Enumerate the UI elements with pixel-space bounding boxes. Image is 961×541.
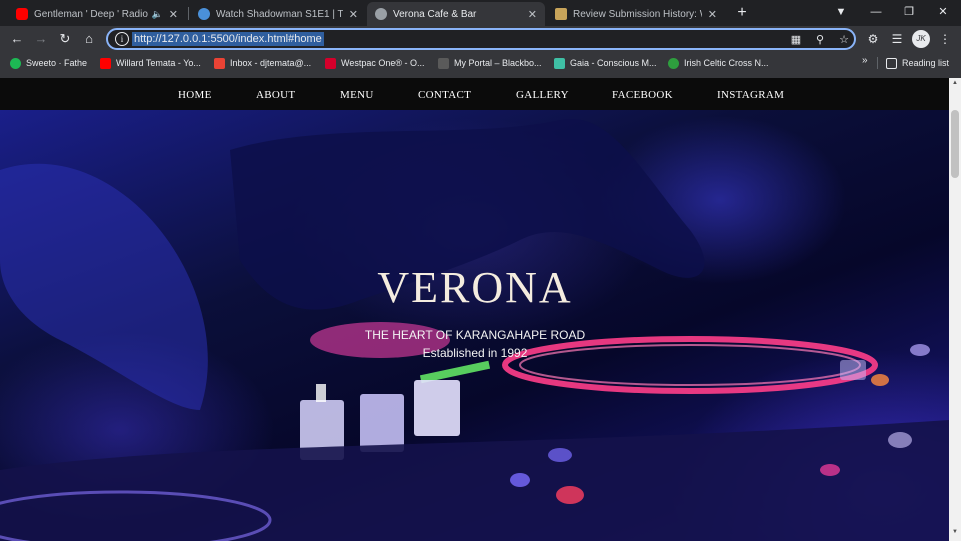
url-text[interactable]: http://127.0.0.1:5500/index.html#home xyxy=(132,32,324,46)
scrollbar-thumb[interactable] xyxy=(951,110,959,178)
reading-list-button[interactable]: Reading list xyxy=(886,55,949,71)
qr-code-icon[interactable]: ▦ xyxy=(788,32,804,48)
blackboard-icon xyxy=(438,57,449,69)
page-viewport: VERONA THE HEART OF KARANGAHAPE ROAD Est… xyxy=(0,78,961,541)
youtube-icon xyxy=(16,8,28,20)
bookmark-label: Sweeto · Fathe xyxy=(26,58,88,68)
bookmarks-overflow-button[interactable]: » xyxy=(862,55,868,66)
bookmark-irish-celtic[interactable]: Irish Celtic Cross N... xyxy=(668,55,769,71)
tab-separator xyxy=(188,7,189,20)
browser-chrome: Gentleman ' Deep ' Radio - D 🔈 ✕ Watch S… xyxy=(0,0,961,78)
minimize-icon[interactable]: — xyxy=(861,2,891,22)
reading-list-icon xyxy=(886,57,897,69)
close-tab-icon[interactable]: ✕ xyxy=(528,8,537,21)
close-tab-icon[interactable]: ✕ xyxy=(169,8,178,21)
tab-review-submission[interactable]: Review Submission History: Web ✕ xyxy=(547,2,725,26)
bookmark-label: Irish Celtic Cross N... xyxy=(684,58,769,68)
tab-shadowman[interactable]: Watch Shadowman S1E1 | TVNZ ✕ xyxy=(190,2,366,26)
hero-subtitle: THE HEART OF KARANGAHAPE ROAD xyxy=(364,328,586,342)
tvnz-icon xyxy=(198,8,210,20)
site-info-icon[interactable]: i xyxy=(115,32,129,46)
site-navigation: HOME ABOUT MENU CONTACT GALLERY FACEBOOK… xyxy=(0,78,949,110)
reload-icon[interactable]: ↻ xyxy=(56,30,74,48)
nav-facebook[interactable]: FACEBOOK xyxy=(612,89,673,101)
media-control-icon[interactable]: ☰ xyxy=(888,30,906,48)
hero-title: VERONA xyxy=(377,263,573,312)
nav-about[interactable]: ABOUT xyxy=(256,89,295,101)
bookmark-label: Inbox - djtemata@... xyxy=(230,58,312,68)
tab-strip: Gentleman ' Deep ' Radio - D 🔈 ✕ Watch S… xyxy=(0,0,961,26)
bookmark-westpac[interactable]: Westpac One® - O... xyxy=(325,55,425,71)
menu-kebab-icon[interactable]: ⋮ xyxy=(936,30,954,48)
bookmark-label: Willard Temata - Yo... xyxy=(116,58,201,68)
bookmark-willard[interactable]: Willard Temata - Yo... xyxy=(100,55,201,71)
tab-title: Review Submission History: Web xyxy=(573,8,702,20)
westpac-icon xyxy=(325,57,336,69)
bookmark-myportal[interactable]: My Portal – Blackbo... xyxy=(438,55,542,71)
globe-icon xyxy=(375,8,387,20)
hero-background: VERONA THE HEART OF KARANGAHAPE ROAD Est… xyxy=(0,110,949,541)
home-icon[interactable]: ⌂ xyxy=(80,30,98,48)
close-tab-icon[interactable]: ✕ xyxy=(708,8,717,21)
bookmarks-bar: Sweeto · Fathe Willard Temata - Yo... In… xyxy=(0,52,961,74)
close-window-icon[interactable]: ✕ xyxy=(928,2,958,22)
spotify-icon xyxy=(10,57,21,69)
tab-search-icon[interactable]: ▼ xyxy=(826,2,856,22)
bookmark-inbox[interactable]: Inbox - djtemata@... xyxy=(214,55,311,71)
nav-menu[interactable]: MENU xyxy=(340,89,374,101)
tab-title: Watch Shadowman S1E1 | TVNZ xyxy=(216,8,343,20)
bookmark-gaia[interactable]: Gaia - Conscious M... xyxy=(554,55,657,71)
speaker-icon[interactable]: 🔈 xyxy=(152,9,163,20)
bookmark-label: Westpac One® - O... xyxy=(341,58,425,68)
address-bar[interactable]: i http://127.0.0.1:5500/index.html#home … xyxy=(106,28,856,50)
profile-avatar[interactable]: JK xyxy=(912,30,930,48)
bookmark-sweeto[interactable]: Sweeto · Fathe xyxy=(10,55,87,71)
scroll-up-icon[interactable]: ▲ xyxy=(951,80,959,86)
bookmark-label: Gaia - Conscious M... xyxy=(570,58,657,68)
gaia-icon xyxy=(554,57,565,69)
scroll-down-icon[interactable]: ▼ xyxy=(951,529,959,535)
bookmark-label: My Portal – Blackbo... xyxy=(454,58,542,68)
bookmark-separator xyxy=(877,57,878,69)
zoom-icon[interactable]: ⚲ xyxy=(812,32,828,48)
tab-title: Gentleman ' Deep ' Radio - D xyxy=(34,8,148,20)
reading-list-label: Reading list xyxy=(902,58,950,68)
nav-instagram[interactable]: INSTAGRAM xyxy=(717,89,784,101)
toolbar: ← → ↻ ⌂ i http://127.0.0.1:5500/index.ht… xyxy=(0,26,961,52)
dj-mixer-illustration xyxy=(0,118,949,541)
blackboard-icon xyxy=(555,8,567,20)
nav-gallery[interactable]: GALLERY xyxy=(516,89,569,101)
hero-established: Established in 1992 xyxy=(422,346,528,360)
nav-home[interactable]: HOME xyxy=(178,89,212,101)
bookmark-star-icon[interactable]: ☆ xyxy=(836,32,852,48)
youtube-icon xyxy=(100,57,111,69)
back-arrow-icon[interactable]: ← xyxy=(8,30,26,48)
tab-gentleman[interactable]: Gentleman ' Deep ' Radio - D 🔈 ✕ xyxy=(8,2,186,26)
tab-verona[interactable]: Verona Cafe & Bar ✕ xyxy=(367,2,545,26)
new-tab-button[interactable]: + xyxy=(733,3,751,23)
restore-icon[interactable]: ❐ xyxy=(894,2,924,22)
gmail-icon xyxy=(214,57,225,69)
tab-title: Verona Cafe & Bar xyxy=(393,8,477,20)
nav-contact[interactable]: CONTACT xyxy=(418,89,471,101)
forward-arrow-icon[interactable]: → xyxy=(32,30,50,48)
shamrock-icon xyxy=(668,57,679,69)
extensions-icon[interactable]: ⚙ xyxy=(864,30,882,48)
page-scrollbar[interactable]: ▲ ▼ xyxy=(949,78,961,541)
close-tab-icon[interactable]: ✕ xyxy=(349,8,358,21)
